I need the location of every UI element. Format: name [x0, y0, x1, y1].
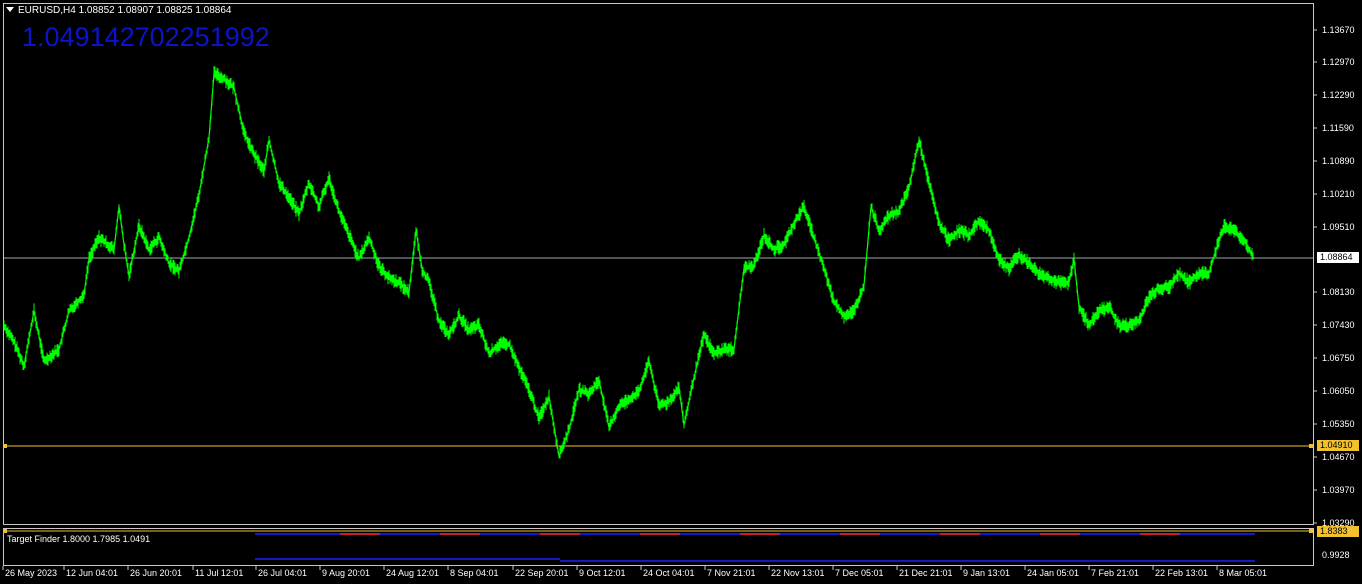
- symbol-ohlc: EURUSD,H4 1.08852 1.08907 1.08825 1.0886…: [18, 5, 232, 16]
- time-axis-label: 7 Nov 21:01: [707, 568, 756, 578]
- symbol-info: EURUSD,H4 1.08852 1.08907 1.08825 1.0886…: [6, 5, 232, 16]
- chart-window[interactable]: EURUSD,H4 1.08852 1.08907 1.08825 1.0886…: [0, 0, 1362, 584]
- time-axis-label: 24 Aug 12:01: [386, 568, 440, 578]
- price-axis-label: 1.11590: [1322, 123, 1354, 133]
- target-line-handle-right[interactable]: [1309, 444, 1313, 448]
- price-axis-label: 1.08130: [1322, 287, 1355, 297]
- price-axis-label: 1.07430: [1322, 320, 1355, 330]
- time-axis-label: 9 Aug 20:01: [322, 568, 371, 578]
- price-axis-label: 1.04670: [1322, 452, 1355, 462]
- target-line-handle-left[interactable]: [3, 444, 7, 448]
- price-close-line: [3, 72, 1255, 459]
- time-axis-label: 8 Sep 04:01: [450, 568, 499, 578]
- price-series: [3, 65, 1255, 459]
- time-axis-label: 26 Jul 04:01: [258, 568, 308, 578]
- time-axis-label: 8 Mar 05:01: [1219, 568, 1268, 578]
- time-axis-label: 26 Jun 20:01: [130, 568, 183, 578]
- price-axis-label: 1.10210: [1322, 189, 1355, 199]
- time-axis-label: 7 Feb 21:01: [1091, 568, 1140, 578]
- price-axis-label: 1.10890: [1322, 156, 1355, 166]
- time-axis-label: 12 Jun 04:01: [66, 568, 119, 578]
- subpanel-value-tag: 1.8383: [1317, 526, 1359, 537]
- time-axis-label: 22 Feb 13:01: [1155, 568, 1209, 578]
- price-axis-label: 1.06750: [1322, 353, 1355, 363]
- time-axis-label: 11 Jul 12:01: [195, 568, 244, 578]
- current-price-tag: 1.08864: [1317, 252, 1359, 263]
- time-axis-label: 24 Oct 04:01: [643, 568, 695, 578]
- time-axis-label: 22 Nov 13:01: [771, 568, 825, 578]
- indicator-label: Target Finder 1.8000 1.7985 1.0491: [7, 534, 151, 544]
- time-axis-label: 7 Dec 05:01: [835, 568, 884, 578]
- time-axis-label: 26 May 2023: [5, 568, 58, 578]
- time-axis-label: 9 Oct 12:01: [579, 568, 626, 578]
- time-axis-label: 22 Sep 20:01: [515, 568, 569, 578]
- time-axis-label: 24 Jan 05:01: [1027, 568, 1080, 578]
- dropdown-triangle-icon[interactable]: [6, 7, 14, 12]
- price-chart-svg: [2, 29, 1317, 570]
- subpanel-handle-left[interactable]: [3, 529, 7, 533]
- price-axis-label: 1.12970: [1322, 57, 1355, 67]
- target-price-tag: 1.04910: [1317, 440, 1359, 451]
- subpanel-handle-right[interactable]: [1309, 529, 1313, 533]
- price-axis-label: 1.13670: [1322, 25, 1355, 35]
- time-axis-label: 9 Jan 13:01: [963, 568, 1011, 578]
- subpanel-axis-low-label: 0.9928: [1322, 550, 1350, 560]
- price-axis-label: 1.03970: [1322, 485, 1355, 495]
- computed-value-label: 1.049142702251992: [22, 22, 270, 52]
- price-axis-label: 1.05350: [1322, 419, 1355, 429]
- price-axis-label: 1.09510: [1322, 222, 1355, 232]
- price-axis-label: 1.12290: [1322, 90, 1355, 100]
- axis-ticks: [2, 29, 1317, 570]
- time-axis-label: 21 Dec 21:01: [899, 568, 953, 578]
- price-axis-label: 1.06050: [1322, 386, 1355, 396]
